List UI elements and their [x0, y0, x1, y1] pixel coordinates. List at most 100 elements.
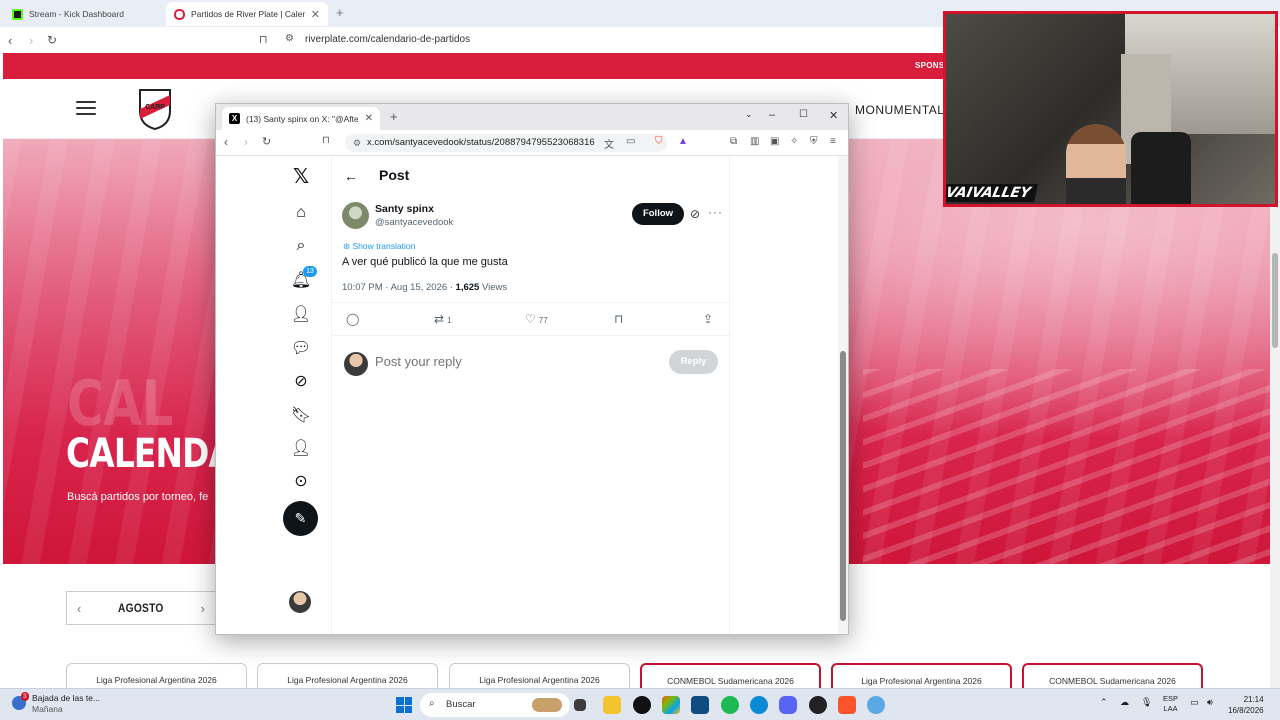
- author-name[interactable]: Santy spinx: [375, 203, 434, 215]
- account-avatar[interactable]: [289, 591, 311, 613]
- hero-subtitle: Buscá partidos por torneo, fe: [67, 491, 209, 503]
- post-more-icon[interactable]: ···: [708, 205, 723, 219]
- discord-icon[interactable]: [779, 696, 797, 714]
- show-hidden-icons[interactable]: ⌃: [1100, 697, 1108, 708]
- forward-icon[interactable]: ›: [29, 33, 33, 48]
- next-month-icon[interactable]: ›: [201, 601, 205, 616]
- like-button[interactable]: ♡ 77: [525, 312, 548, 326]
- file-explorer-icon[interactable]: [603, 696, 621, 714]
- scrollbar-thumb[interactable]: [840, 351, 846, 621]
- obs-icon[interactable]: [809, 696, 827, 714]
- task-view-icon[interactable]: [574, 699, 586, 711]
- volume-icon[interactable]: 🔊︎: [1207, 697, 1213, 708]
- nav-monumental[interactable]: MONUMENTAL: [855, 103, 944, 117]
- taskbar-search[interactable]: ⌕ Buscar: [420, 693, 570, 717]
- kick-favicon-icon: [12, 8, 23, 20]
- post-meta: 10:07 PM · Aug 15, 2026 · 1,625 Views: [342, 282, 507, 293]
- prev-month-icon[interactable]: ‹: [77, 601, 81, 616]
- close-tab-icon[interactable]: ✕: [311, 8, 320, 21]
- browser-menu-icon[interactable]: ≡: [830, 136, 836, 147]
- back-arrow-icon[interactable]: ←: [344, 168, 358, 184]
- author-avatar[interactable]: [342, 202, 369, 229]
- network-icon[interactable]: ☁: [1120, 697, 1129, 708]
- webcam-person: [1066, 124, 1126, 204]
- translate-icon[interactable]: 文: [604, 136, 614, 151]
- popup-scrollbar[interactable]: [838, 156, 848, 634]
- tab-kick-dashboard[interactable]: Stream - Kick Dashboard: [4, 2, 164, 26]
- app-icon[interactable]: [633, 696, 651, 714]
- bookmark-post-icon[interactable]: ⊓: [614, 312, 623, 326]
- new-tab-button[interactable]: +: [390, 109, 398, 124]
- back-icon[interactable]: ‹: [224, 135, 228, 149]
- messages-icon[interactable]: 💬︎: [281, 338, 321, 368]
- brave-rewards-icon[interactable]: ▲: [678, 136, 688, 147]
- views-label: Views: [479, 282, 508, 293]
- microphone-icon[interactable]: 🎙︎: [1141, 697, 1152, 708]
- site-info-icon[interactable]: ⚙: [285, 33, 294, 44]
- sidebar-icon[interactable]: ▥: [750, 136, 759, 147]
- outlook-icon[interactable]: [691, 696, 709, 714]
- brave-icon[interactable]: [838, 696, 856, 714]
- display-icon[interactable]: ▭: [1190, 697, 1199, 708]
- reload-icon[interactable]: ↻: [262, 135, 271, 148]
- brave-shield-icon[interactable]: ⛉: [655, 136, 663, 147]
- language-code: ESP: [1163, 694, 1179, 703]
- search-highlight-icon: [532, 698, 562, 712]
- tab-river-calendar[interactable]: Partidos de River Plate | Calenda ✕: [166, 2, 328, 26]
- wallet-icon[interactable]: ▣: [770, 136, 779, 147]
- post-timestamp[interactable]: 10:07 PM · Aug 15, 2026 ·: [342, 282, 456, 293]
- system-clock[interactable]: 21:14 16/8/2026: [1228, 694, 1264, 716]
- reply-button[interactable]: Reply: [669, 350, 718, 374]
- copilot-icon[interactable]: [662, 696, 680, 714]
- tab-x-post[interactable]: X (13) Santy spinx on X: "@After_... ✕: [222, 107, 380, 130]
- tab-search-icon[interactable]: ⌄: [745, 109, 753, 120]
- profile-icon[interactable]: 👤︎: [281, 438, 321, 468]
- new-tab-button[interactable]: +: [336, 5, 344, 20]
- x-logo-icon[interactable]: 𝕏: [281, 164, 321, 194]
- back-icon[interactable]: ‹: [8, 33, 12, 48]
- input-language[interactable]: ESP LAA: [1163, 694, 1178, 714]
- outer-url-text[interactable]: riverplate.com/calendario-de-partidos: [305, 34, 470, 45]
- cast-icon[interactable]: ▭: [626, 136, 635, 147]
- maximize-icon[interactable]: ☐: [799, 109, 808, 120]
- grok-explain-icon[interactable]: ⊘: [690, 207, 700, 221]
- compose-post-button[interactable]: ✎: [283, 501, 318, 536]
- popup-url-field[interactable]: ⚙ x.com/santyacevedook/status/2088794795…: [345, 134, 667, 152]
- start-button[interactable]: [396, 697, 412, 713]
- spotify-icon[interactable]: [721, 696, 739, 714]
- scrollbar-thumb[interactable]: [1272, 253, 1278, 348]
- menu-icon[interactable]: [76, 101, 96, 115]
- reply-icon[interactable]: ◯: [346, 312, 359, 326]
- home-icon[interactable]: ⌂: [281, 204, 321, 234]
- search-icon[interactable]: ⌕: [281, 237, 321, 267]
- weather-subtitle: Mañana: [32, 704, 63, 714]
- follow-button[interactable]: Follow: [632, 203, 684, 225]
- extensions-icon[interactable]: ⧉: [730, 136, 737, 147]
- bookmark-icon[interactable]: ⊓: [322, 135, 330, 146]
- notifications-icon[interactable]: 🔔︎ 13: [281, 266, 321, 300]
- follow-icon[interactable]: 👤︎: [281, 304, 321, 334]
- close-tab-icon[interactable]: ✕: [365, 113, 373, 124]
- site-info-icon[interactable]: ⚙: [353, 138, 361, 149]
- weather-widget[interactable]: 3 Bajada de las te... Mañana: [12, 692, 100, 715]
- repost-icon: ⇄: [434, 312, 445, 326]
- heart-icon: ♡: [525, 312, 536, 326]
- author-handle[interactable]: @santyacevedook: [375, 217, 453, 228]
- hero-title: CALENDA: [66, 431, 234, 477]
- forward-icon[interactable]: ›: [244, 135, 248, 149]
- share-icon[interactable]: ⇪: [703, 312, 713, 326]
- app-icon[interactable]: [867, 696, 885, 714]
- bookmarks-icon[interactable]: 🔖︎: [281, 405, 321, 435]
- more-icon[interactable]: ⊙: [281, 471, 321, 501]
- edge-icon[interactable]: [750, 696, 768, 714]
- close-window-icon[interactable]: ✕: [829, 109, 838, 122]
- grok-icon[interactable]: ⊘: [281, 371, 321, 401]
- repost-button[interactable]: ⇄ 1: [434, 312, 452, 326]
- minimize-icon[interactable]: –: [769, 109, 775, 121]
- bookmark-icon[interactable]: ⊓: [259, 33, 268, 46]
- show-translation-link[interactable]: ⊛ Show translation: [343, 241, 415, 252]
- vpn-icon[interactable]: ⛨: [810, 136, 818, 147]
- leo-ai-icon[interactable]: ✧: [790, 136, 798, 147]
- reply-input[interactable]: [375, 354, 655, 369]
- reload-icon[interactable]: ↻: [47, 33, 57, 47]
